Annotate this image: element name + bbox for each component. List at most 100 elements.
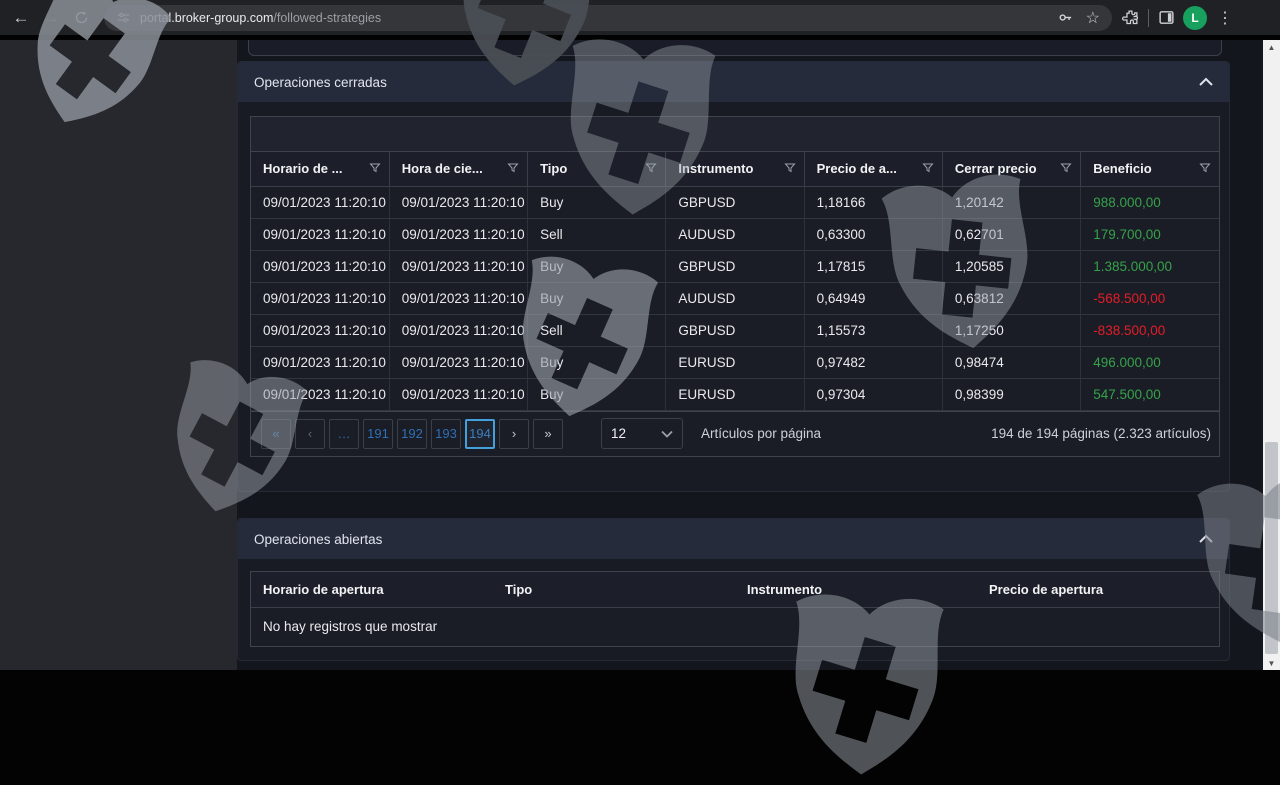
page-button-191[interactable]: 191: [363, 419, 393, 449]
side-panel-icon[interactable]: [1158, 9, 1175, 26]
cell-instrument: AUDUSD: [666, 282, 804, 314]
open-column-header: Precio de apertura: [977, 572, 1219, 607]
extensions-icon[interactable]: [1122, 9, 1139, 26]
column-header[interactable]: Beneficio: [1081, 152, 1219, 186]
cell-open-price: 0,97304: [804, 378, 942, 410]
chevron-down-icon: [661, 426, 673, 441]
closed-operations-panel: Operaciones cerradas Horario de ... Hora…: [237, 61, 1230, 492]
open-operations-title: Operaciones abiertas: [254, 532, 382, 547]
cell-close-time: 09/01/2023 11:20:10: [389, 282, 527, 314]
bottom-divider: [0, 670, 1280, 677]
first-page-button[interactable]: «: [261, 419, 291, 449]
filter-icon[interactable]: [645, 162, 657, 174]
back-button[interactable]: ←: [6, 4, 36, 32]
refresh-icon: [74, 10, 89, 25]
cell-close-price: 0,98399: [942, 378, 1080, 410]
closed-operations-grid: Horario de ... Hora de cie... Tipo Instr…: [250, 116, 1220, 457]
cell-instrument: EURUSD: [666, 346, 804, 378]
closed-table-body: 09/01/2023 11:20:10 09/01/2023 11:20:10 …: [251, 186, 1219, 410]
cell-instrument: GBPUSD: [666, 186, 804, 218]
refresh-button[interactable]: [66, 4, 96, 32]
cell-open-time: 09/01/2023 11:20:10: [251, 346, 389, 378]
site-info-icon[interactable]: [116, 10, 131, 25]
cell-profit: 1.385.000,00: [1081, 250, 1219, 282]
cell-close-time: 09/01/2023 11:20:10: [389, 378, 527, 410]
table-row[interactable]: 09/01/2023 11:20:10 09/01/2023 11:20:10 …: [251, 218, 1219, 250]
cell-close-price: 0,62701: [942, 218, 1080, 250]
password-key-icon[interactable]: [1057, 9, 1074, 26]
scrollbar-thumb[interactable]: [1265, 442, 1278, 654]
filter-icon[interactable]: [1060, 162, 1072, 174]
page-size-value: 12: [611, 426, 626, 441]
collapse-chevron-icon[interactable]: [1199, 73, 1213, 91]
scroll-down-arrow[interactable]: ▼: [1263, 656, 1280, 670]
column-header[interactable]: Precio de a...: [804, 152, 942, 186]
page-scrollbar[interactable]: ▲ ▼: [1263, 40, 1280, 670]
cell-profit: -838.500,00: [1081, 314, 1219, 346]
filter-icon[interactable]: [1199, 162, 1211, 174]
open-operations-header[interactable]: Operaciones abiertas: [238, 519, 1229, 559]
open-operations-panel: Operaciones abiertas Horario de apertura…: [237, 518, 1230, 661]
cell-close-time: 09/01/2023 11:20:10: [389, 314, 527, 346]
page-size-select[interactable]: 12: [601, 418, 683, 449]
column-header[interactable]: Instrumento: [666, 152, 804, 186]
last-page-button[interactable]: »: [533, 419, 563, 449]
cell-type: Buy: [528, 346, 666, 378]
cell-type: Buy: [528, 250, 666, 282]
filter-icon[interactable]: [369, 162, 381, 174]
cell-open-time: 09/01/2023 11:20:10: [251, 250, 389, 282]
cell-close-time: 09/01/2023 11:20:10: [389, 346, 527, 378]
pagination-summary: 194 de 194 páginas (2.323 artículos): [991, 426, 1211, 441]
cell-type: Buy: [528, 378, 666, 410]
browser-menu-icon[interactable]: ⋮: [1215, 8, 1235, 28]
ellipsis-page-button[interactable]: …: [329, 419, 359, 449]
cell-open-time: 09/01/2023 11:20:10: [251, 314, 389, 346]
filter-icon[interactable]: [922, 162, 934, 174]
column-header[interactable]: Cerrar precio: [942, 152, 1080, 186]
cell-open-price: 1,17815: [804, 250, 942, 282]
table-row[interactable]: 09/01/2023 11:20:10 09/01/2023 11:20:10 …: [251, 250, 1219, 282]
table-row[interactable]: 09/01/2023 11:20:10 09/01/2023 11:20:10 …: [251, 378, 1219, 410]
cell-close-price: 1,20142: [942, 186, 1080, 218]
cell-profit: -568.500,00: [1081, 282, 1219, 314]
filter-icon[interactable]: [784, 162, 796, 174]
cell-type: Sell: [528, 314, 666, 346]
page-button-194[interactable]: 194: [465, 419, 495, 449]
column-header[interactable]: Tipo: [528, 152, 666, 186]
table-row[interactable]: 09/01/2023 11:20:10 09/01/2023 11:20:10 …: [251, 314, 1219, 346]
open-table-header-row: Horario de aperturaTipoInstrumentoPrecio…: [251, 572, 1219, 607]
cell-instrument: AUDUSD: [666, 218, 804, 250]
cell-type: Buy: [528, 282, 666, 314]
cell-profit: 547.500,00: [1081, 378, 1219, 410]
cell-open-price: 1,15573: [804, 314, 942, 346]
url-bar[interactable]: portal.broker-group.com/followed-strateg…: [104, 5, 1112, 31]
cell-type: Buy: [528, 186, 666, 218]
scroll-up-arrow[interactable]: ▲: [1263, 40, 1280, 54]
next-page-button[interactable]: ›: [499, 419, 529, 449]
filter-icon[interactable]: [507, 162, 519, 174]
table-row[interactable]: 09/01/2023 11:20:10 09/01/2023 11:20:10 …: [251, 282, 1219, 314]
open-column-header: Tipo: [493, 572, 735, 607]
cell-close-price: 0,98474: [942, 346, 1080, 378]
collapse-chevron-icon[interactable]: [1199, 530, 1213, 548]
page-number-buttons: 191192193194: [363, 419, 499, 449]
empty-row: No hay registros que mostrar: [251, 607, 1219, 646]
profile-avatar[interactable]: L: [1183, 6, 1207, 30]
forward-button[interactable]: →: [36, 4, 66, 32]
bookmark-star-icon[interactable]: ☆: [1086, 8, 1100, 28]
cell-open-price: 0,64949: [804, 282, 942, 314]
table-row[interactable]: 09/01/2023 11:20:10 09/01/2023 11:20:10 …: [251, 346, 1219, 378]
cell-profit: 496.000,00: [1081, 346, 1219, 378]
closed-operations-header[interactable]: Operaciones cerradas: [238, 62, 1229, 102]
cell-close-time: 09/01/2023 11:20:10: [389, 218, 527, 250]
column-header[interactable]: Hora de cie...: [389, 152, 527, 186]
previous-page-button[interactable]: ‹: [295, 419, 325, 449]
page-button-192[interactable]: 192: [397, 419, 427, 449]
column-header[interactable]: Horario de ...: [251, 152, 389, 186]
collapsed-panel-remnant: [248, 40, 1222, 56]
page-button-193[interactable]: 193: [431, 419, 461, 449]
cell-close-time: 09/01/2023 11:20:10: [389, 250, 527, 282]
table-row[interactable]: 09/01/2023 11:20:10 09/01/2023 11:20:10 …: [251, 186, 1219, 218]
open-operations-grid: Horario de aperturaTipoInstrumentoPrecio…: [250, 571, 1220, 647]
cell-close-price: 1,20585: [942, 250, 1080, 282]
